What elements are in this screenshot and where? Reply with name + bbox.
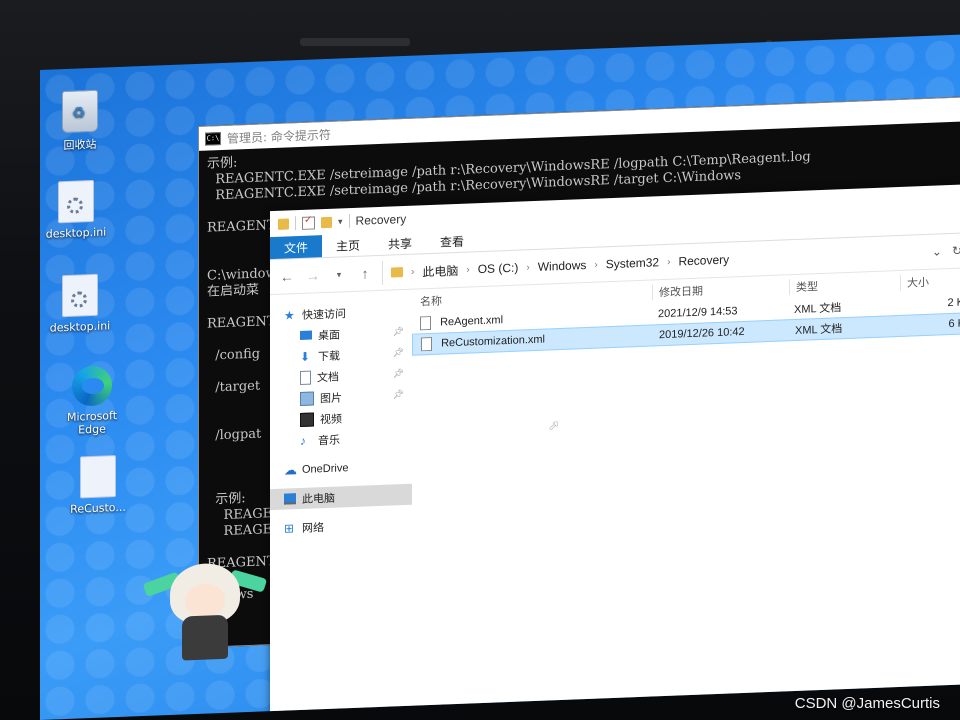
column-header-size[interactable]: 大小 (900, 272, 960, 291)
cloud-icon: ☁ (284, 461, 297, 478)
video-icon (300, 411, 314, 427)
desktop-icon-desktop-ini[interactable]: desktop.ini (44, 179, 108, 241)
refresh-icon[interactable]: ↻ (952, 244, 960, 258)
nav-item-label: 下载 (318, 349, 340, 363)
toolbar-divider (295, 216, 296, 231)
file-name: ReAgent.xml (440, 314, 504, 329)
download-icon: ⬇ (300, 349, 311, 364)
tab-home[interactable]: 主页 (322, 233, 374, 257)
desktop-icon-label: ReCusto... (70, 500, 126, 516)
breadcrumb-system32[interactable]: System32 (606, 255, 659, 271)
file-date: 2019/12/26 10:42 (659, 325, 745, 342)
breadcrumb-separator: › (466, 263, 470, 276)
file-date: 2021/12/9 14:53 (658, 305, 738, 321)
recent-locations-icon[interactable]: ▾ (330, 269, 348, 281)
star-icon: ★ (284, 307, 295, 323)
nav-item-label: 桌面 (318, 328, 340, 342)
file-size: 6 K (948, 317, 960, 331)
tab-file[interactable]: 文件 (270, 235, 323, 260)
breadcrumb-this-pc[interactable]: 此电脑 (422, 261, 458, 279)
tab-share[interactable]: 共享 (374, 231, 426, 255)
breadcrumb-recovery[interactable]: Recovery (678, 253, 729, 269)
picture-icon (300, 390, 314, 406)
forward-arrow-icon[interactable]: → (304, 267, 322, 284)
xml-file-icon (421, 336, 432, 352)
recycle-bin-icon: ♻ (62, 89, 98, 134)
breadcrumb-windows[interactable]: Windows (538, 258, 587, 274)
file-type: XML 文档 (794, 302, 842, 317)
file-size: 2 K (947, 296, 960, 310)
address-dropdown-icon[interactable]: ⌄ (932, 244, 942, 258)
console-app-icon: C:\ (205, 131, 221, 146)
settings-file-icon (58, 179, 94, 224)
new-folder-icon[interactable] (321, 216, 332, 228)
watermark: CSDN @JamesCurtis (794, 695, 940, 712)
nav-network[interactable]: ⊞ 网络 (270, 513, 412, 539)
pin-icon[interactable]: 📌︎ (393, 389, 404, 400)
nav-item-label: 快速访问 (302, 307, 346, 322)
nav-item-label: 视频 (320, 412, 342, 426)
anime-character-sticker (140, 551, 270, 666)
file-explorer-window[interactable]: ▾ Recovery 文件 主页 共享 查看 ← → ▾ ↑ › 此电脑 › O… (270, 184, 960, 720)
computer-icon (284, 493, 296, 505)
breadcrumb-separator: › (526, 261, 530, 273)
pin-icon[interactable]: 📌︎ (393, 368, 404, 379)
nav-item-label: 网络 (302, 521, 324, 535)
desktop-screen: ♻ 回收站 desktop.ini desktop.ini Microsoft … (40, 34, 960, 720)
music-icon: ♪ (300, 433, 306, 448)
folder-icon (278, 217, 289, 230)
file-list: 名称 修改日期 类型 大小 ReAgent.xml 2021/12/9 14:5… (412, 268, 960, 709)
breadcrumb-os-c[interactable]: OS (C:) (478, 261, 519, 277)
console-title: 管理员: 命令提示符 (227, 127, 331, 146)
folder-icon (391, 267, 403, 278)
navigation-pane: ★ 快速访问 桌面 📌︎ ⬇ 下载 📌︎ 文档 📌︎ 图片 📌︎ 视频 ♪ 音乐… (270, 290, 412, 715)
character-body (182, 614, 228, 661)
desktop-icon-label: desktop.ini (49, 319, 111, 335)
back-arrow-icon[interactable]: ← (278, 268, 296, 285)
toolbar-divider (348, 214, 350, 229)
document-icon (300, 370, 311, 385)
desktop-icon (300, 330, 312, 341)
desktop-icon-recustomization[interactable]: ReCusto... (66, 455, 130, 516)
webcam-bar (300, 38, 410, 46)
edge-icon (72, 365, 112, 407)
desktop-icon-desktop-ini-2[interactable]: desktop.ini (48, 273, 112, 335)
breadcrumb-separator: › (594, 259, 598, 271)
mouse-cursor-icon: ➚ (548, 418, 560, 434)
chevron-down-icon[interactable]: ▾ (338, 216, 343, 227)
pin-icon[interactable]: 📌︎ (393, 326, 404, 337)
desktop-icon-recycle-bin[interactable]: ♻ 回收站 (48, 89, 112, 153)
file-type: XML 文档 (795, 323, 843, 337)
window-title: Recovery (355, 211, 407, 228)
xml-file-icon (420, 315, 431, 331)
nav-item-label: 文档 (317, 371, 339, 384)
desktop-icon-label: desktop.ini (45, 225, 107, 241)
network-icon: ⊞ (284, 520, 295, 536)
file-name: ReCustomization.xml (441, 333, 545, 350)
tab-view[interactable]: 查看 (426, 229, 478, 253)
desktop-icon-edge[interactable]: Microsoft Edge (60, 365, 124, 437)
nav-item-label: 此电脑 (302, 492, 335, 506)
desktop-icon-label: Microsoft Edge (66, 409, 118, 437)
file-name-cell: ReCustomization.xml (413, 328, 653, 352)
pin-icon[interactable]: 📌︎ (393, 347, 404, 358)
nav-item-label: OneDrive (302, 461, 349, 476)
column-header-type[interactable]: 类型 (789, 274, 900, 296)
file-icon (80, 455, 116, 499)
desktop-icon-label: 回收站 (63, 137, 97, 153)
breadcrumb-separator: › (667, 256, 671, 268)
settings-file-icon (62, 273, 98, 318)
nav-item-label: 音乐 (318, 433, 340, 447)
properties-icon[interactable] (302, 215, 315, 230)
breadcrumb-separator: › (411, 266, 415, 278)
up-arrow-icon[interactable]: ↑ (356, 265, 374, 282)
nav-item-label: 图片 (320, 391, 342, 405)
column-header-date[interactable]: 修改日期 (652, 279, 789, 301)
